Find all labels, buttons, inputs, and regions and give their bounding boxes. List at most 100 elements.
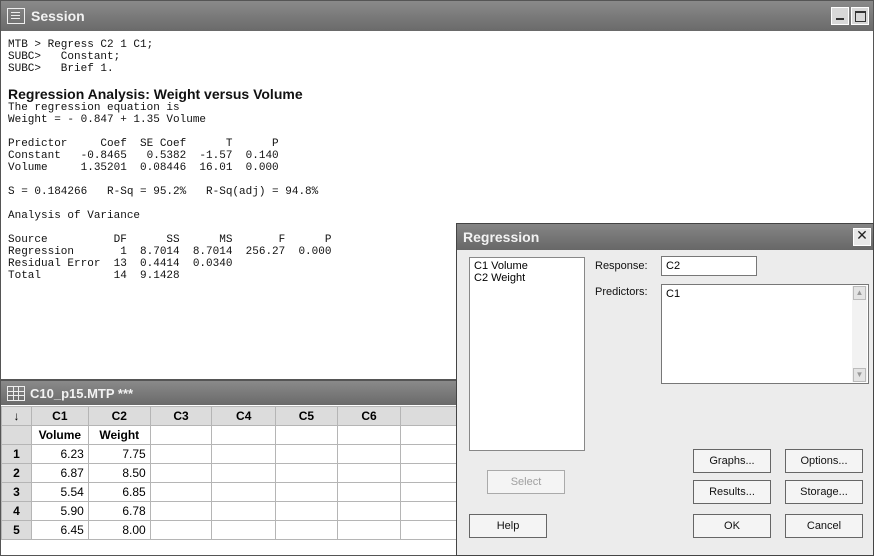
data-cell[interactable] bbox=[400, 444, 459, 464]
data-cell[interactable]: 8.00 bbox=[87, 520, 151, 540]
variable-item[interactable]: C2 Weight bbox=[474, 272, 580, 284]
minimize-button[interactable] bbox=[831, 7, 849, 25]
session-title: Session bbox=[31, 8, 85, 24]
data-cell[interactable] bbox=[275, 501, 338, 521]
column-name-cell[interactable]: Weight bbox=[87, 425, 151, 445]
column-name-cell[interactable] bbox=[400, 425, 459, 445]
data-cell[interactable] bbox=[275, 444, 338, 464]
data-cell[interactable] bbox=[336, 501, 402, 521]
predictors-label: Predictors: bbox=[595, 286, 648, 298]
scroll-up-arrow-icon[interactable]: ▲ bbox=[853, 286, 866, 300]
results-button[interactable]: Results... bbox=[693, 480, 771, 504]
data-cell[interactable] bbox=[211, 463, 277, 483]
variable-item[interactable]: C1 Volume bbox=[474, 260, 580, 272]
scroll-down-arrow-icon[interactable]: ▼ bbox=[853, 368, 866, 382]
cancel-button[interactable]: Cancel bbox=[785, 514, 863, 538]
data-cell[interactable]: 6.45 bbox=[30, 520, 89, 540]
equation: The regression equation is Weight = - 0.8… bbox=[8, 102, 873, 126]
data-cell[interactable]: 6.87 bbox=[30, 463, 89, 483]
column-header-c1[interactable]: C1 bbox=[30, 406, 89, 426]
predictors-field[interactable]: C1 ▲ ▼ bbox=[661, 284, 869, 384]
worksheet-title: C10_p15.MTP *** bbox=[30, 385, 134, 401]
data-cell[interactable] bbox=[400, 463, 459, 483]
command-line: SUBC> Brief 1. bbox=[8, 63, 114, 75]
column-header-row: ↓ C1 C2 C3 C4 C5 C6 bbox=[1, 406, 459, 426]
column-header-c2[interactable]: C2 bbox=[87, 406, 151, 426]
regression-dialog: Regression ✕ C1 Volume C2 Weight Respons… bbox=[456, 223, 874, 556]
data-cell[interactable] bbox=[149, 463, 213, 483]
dialog-titlebar[interactable]: Regression ✕ bbox=[457, 224, 873, 250]
equation-line: Weight = - 0.847 + 1.35 Volume bbox=[8, 114, 207, 126]
data-cell[interactable] bbox=[275, 463, 338, 483]
data-cell[interactable] bbox=[336, 463, 402, 483]
data-cell[interactable] bbox=[336, 520, 402, 540]
row-number[interactable]: 2 bbox=[1, 463, 32, 483]
data-cell[interactable] bbox=[211, 444, 277, 464]
data-cell[interactable] bbox=[275, 482, 338, 502]
worksheet-window: C10_p15.MTP *** ↓ C1 C2 C3 C4 C5 C6 Volu… bbox=[0, 380, 460, 556]
data-cell[interactable]: 6.85 bbox=[87, 482, 151, 502]
data-cell[interactable]: 6.23 bbox=[30, 444, 89, 464]
column-name-cell[interactable]: Volume bbox=[30, 425, 89, 445]
response-field[interactable]: C2 bbox=[661, 256, 757, 276]
row-number[interactable]: 3 bbox=[1, 482, 32, 502]
corner-arrow-icon[interactable]: ↓ bbox=[1, 406, 32, 426]
data-cell[interactable] bbox=[336, 444, 402, 464]
session-titlebar[interactable]: Session bbox=[1, 1, 873, 31]
column-header-c7[interactable] bbox=[400, 406, 459, 426]
column-name-cell[interactable] bbox=[211, 425, 277, 445]
data-cell[interactable] bbox=[400, 520, 459, 540]
predictors-scrollbar[interactable]: ▲ ▼ bbox=[852, 286, 867, 382]
column-header-c5[interactable]: C5 bbox=[275, 406, 338, 426]
data-cell[interactable]: 6.78 bbox=[87, 501, 151, 521]
column-header-c4[interactable]: C4 bbox=[211, 406, 277, 426]
row-number[interactable]: 4 bbox=[1, 501, 32, 521]
graphs-button[interactable]: Graphs... bbox=[693, 449, 771, 473]
data-cell[interactable] bbox=[400, 482, 459, 502]
command-line: SUBC> Constant; bbox=[8, 51, 121, 63]
coef-row: Predictor Coef SE Coef T P bbox=[8, 138, 279, 150]
storage-button[interactable]: Storage... bbox=[785, 480, 863, 504]
data-cell[interactable] bbox=[149, 444, 213, 464]
worksheet-titlebar[interactable]: C10_p15.MTP *** bbox=[1, 381, 459, 405]
fit-summary: S = 0.184266 R-Sq = 95.2% R-Sq(adj) = 94… bbox=[8, 186, 319, 198]
data-cell[interactable] bbox=[400, 501, 459, 521]
worksheet-grid-icon bbox=[7, 385, 25, 401]
select-button[interactable]: Select bbox=[487, 470, 565, 494]
help-button[interactable]: Help bbox=[469, 514, 547, 538]
table-row: 2 6.87 8.50 bbox=[1, 463, 459, 483]
column-name-cell[interactable] bbox=[275, 425, 338, 445]
ok-button[interactable]: OK bbox=[693, 514, 771, 538]
close-button[interactable]: ✕ bbox=[853, 228, 871, 246]
column-header-c6[interactable]: C6 bbox=[336, 406, 402, 426]
data-cell[interactable] bbox=[149, 501, 213, 521]
data-cell[interactable] bbox=[149, 520, 213, 540]
data-cell[interactable]: 7.75 bbox=[87, 444, 151, 464]
equation-line: The regression equation is bbox=[8, 102, 180, 114]
analysis-heading: Regression Analysis: Weight versus Volum… bbox=[8, 86, 303, 102]
predictors-value: C1 bbox=[666, 288, 681, 300]
data-cell[interactable] bbox=[211, 520, 277, 540]
command-line: MTB > Regress C2 1 C1; bbox=[8, 39, 154, 51]
coefficient-table: Predictor Coef SE Coef T P Constant -0.84… bbox=[8, 138, 873, 174]
options-button[interactable]: Options... bbox=[785, 449, 863, 473]
data-cell[interactable]: 5.54 bbox=[30, 482, 89, 502]
variable-list[interactable]: C1 Volume C2 Weight bbox=[469, 257, 585, 451]
name-row-marker bbox=[1, 425, 32, 445]
data-cell[interactable] bbox=[149, 482, 213, 502]
dialog-title: Regression bbox=[463, 229, 540, 245]
data-cell[interactable] bbox=[336, 482, 402, 502]
data-cell[interactable]: 8.50 bbox=[87, 463, 151, 483]
data-cell[interactable] bbox=[211, 482, 277, 502]
row-number[interactable]: 1 bbox=[1, 444, 32, 464]
data-cell[interactable] bbox=[275, 520, 338, 540]
data-cell[interactable]: 5.90 bbox=[30, 501, 89, 521]
column-name-cell[interactable] bbox=[336, 425, 402, 445]
column-header-c3[interactable]: C3 bbox=[149, 406, 213, 426]
table-row: 5 6.45 8.00 bbox=[1, 520, 459, 540]
row-number[interactable]: 5 bbox=[1, 520, 32, 540]
data-cell[interactable] bbox=[211, 501, 277, 521]
maximize-button[interactable] bbox=[851, 7, 869, 25]
worksheet-grid[interactable]: ↓ C1 C2 C3 C4 C5 C6 Volume Weight 1 6.23… bbox=[1, 406, 459, 540]
column-name-cell[interactable] bbox=[149, 425, 213, 445]
